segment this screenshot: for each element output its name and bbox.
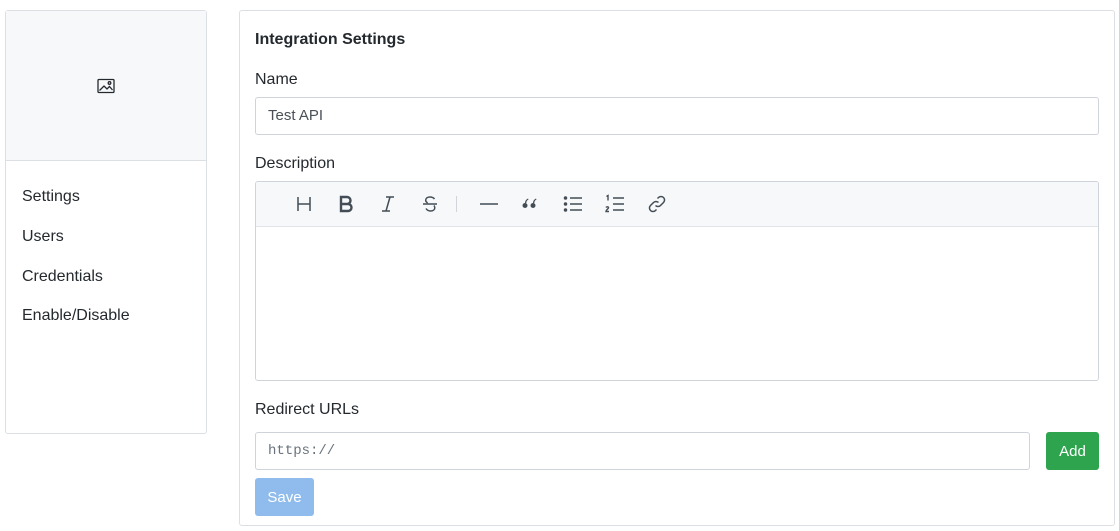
horizontal-rule-icon[interactable] xyxy=(473,189,505,219)
redirect-url-input[interactable]: https:// xyxy=(255,432,1030,470)
editor-toolbar xyxy=(256,182,1098,227)
quote-icon[interactable] xyxy=(515,189,547,219)
redirect-urls-label: Redirect URLs xyxy=(255,401,360,418)
add-redirect-button[interactable]: Add xyxy=(1046,432,1099,470)
heading-icon[interactable] xyxy=(288,189,320,219)
sidebar-item-enable-disable[interactable]: Enable/Disable xyxy=(6,303,206,341)
sidebar: Settings Users Credentials Enable/Disabl… xyxy=(5,10,207,434)
panel-title: Integration Settings xyxy=(255,31,406,48)
bullet-list-icon[interactable] xyxy=(557,189,589,219)
save-button[interactable]: Save xyxy=(255,478,314,516)
image-icon xyxy=(97,78,115,93)
description-text-area[interactable] xyxy=(256,227,1098,380)
integration-settings-panel: Integration Settings Name Test API Descr… xyxy=(239,10,1115,526)
strikethrough-icon[interactable] xyxy=(414,189,446,219)
link-icon[interactable] xyxy=(641,189,673,219)
description-label: Description xyxy=(255,155,336,172)
bold-icon[interactable] xyxy=(330,189,362,219)
sidebar-item-users[interactable]: Users xyxy=(6,223,206,263)
italic-icon[interactable] xyxy=(372,189,404,219)
toolbar-separator xyxy=(456,196,457,212)
sidebar-item-settings[interactable]: Settings xyxy=(6,183,206,223)
sidebar-item-credentials[interactable]: Credentials xyxy=(6,263,206,303)
name-label: Name xyxy=(255,71,298,88)
numbered-list-icon[interactable] xyxy=(599,189,631,219)
redirect-url-row: https:// Add xyxy=(255,432,1099,470)
sidebar-nav: Settings Users Credentials Enable/Disabl… xyxy=(6,161,206,341)
sidebar-image-placeholder xyxy=(6,11,206,161)
description-editor xyxy=(255,181,1099,381)
name-input[interactable]: Test API xyxy=(255,97,1099,135)
